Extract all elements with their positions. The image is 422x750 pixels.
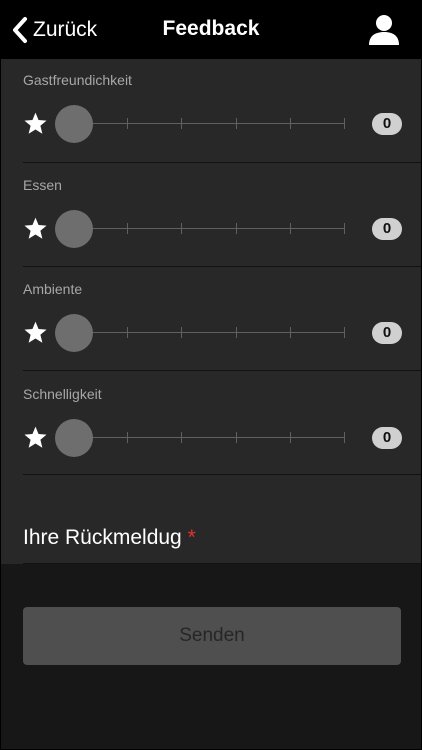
slider-track[interactable] (73, 432, 345, 443)
rating-label: Ambiente (23, 281, 83, 297)
rating-value-badge: 0 (372, 427, 402, 449)
slider-tick (344, 327, 345, 338)
slider-tick (236, 327, 237, 338)
slider-track[interactable] (73, 223, 345, 234)
feedback-field-label[interactable]: Ihre Rückmeldug * (23, 526, 196, 550)
slider-tick (127, 432, 128, 443)
slider-tick (236, 118, 237, 129)
star-icon (23, 216, 48, 241)
slider-tick (236, 223, 237, 234)
rating-value-badge: 0 (372, 218, 402, 240)
slider-tick (181, 223, 182, 234)
user-button[interactable] (367, 13, 401, 47)
slider-tick (127, 223, 128, 234)
back-label: Zurück (33, 18, 98, 41)
divider (23, 563, 421, 564)
user-icon (367, 15, 401, 51)
rating-row-gastfreundichkeit: Gastfreundichkeit 0 (1, 59, 421, 163)
slider-tick (181, 118, 182, 129)
slider-tick (344, 223, 345, 234)
slider-thumb[interactable] (55, 419, 93, 457)
slider-tick (181, 327, 182, 338)
divider (23, 370, 421, 371)
slider-tick (127, 327, 128, 338)
divider (23, 266, 421, 267)
slider-thumb[interactable] (55, 314, 93, 352)
feedback-label-text: Ihre Rückmeldug (23, 526, 182, 549)
star-icon (23, 320, 48, 345)
slider-track[interactable] (73, 118, 345, 129)
rating-label: Gastfreundichkeit (23, 72, 132, 88)
slider-track[interactable] (73, 327, 345, 338)
divider (23, 474, 421, 475)
slider-tick (290, 223, 291, 234)
slider-tick (127, 118, 128, 129)
app-frame: Zurück Feedback Gastfreundichkeit 0 Esse… (0, 0, 422, 750)
slider-tick (236, 432, 237, 443)
required-marker: * (187, 526, 196, 549)
rating-label: Essen (23, 177, 62, 193)
slider-thumb[interactable] (55, 210, 93, 248)
slider-tick (290, 327, 291, 338)
slider-tick (344, 432, 345, 443)
back-button[interactable]: Zurück (11, 15, 97, 45)
star-icon (23, 425, 48, 450)
rating-row-essen: Essen 0 (1, 164, 421, 268)
star-icon (23, 111, 48, 136)
app-header: Zurück Feedback (1, 1, 421, 59)
send-button[interactable]: Senden (23, 607, 401, 665)
divider (23, 162, 421, 163)
slider-tick (344, 118, 345, 129)
slider-tick (290, 118, 291, 129)
slider-tick (290, 432, 291, 443)
rating-value-badge: 0 (372, 113, 402, 135)
chevron-left-icon (11, 15, 29, 45)
rating-row-ambiente: Ambiente 0 (1, 268, 421, 372)
slider-tick (181, 432, 182, 443)
feedback-form: Gastfreundichkeit 0 Essen 0 Ambiente 0 S… (1, 59, 421, 564)
slider-thumb[interactable] (55, 105, 93, 143)
rating-row-schnelligkeit: Schnelligkeit 0 (1, 373, 421, 477)
rating-value-badge: 0 (372, 322, 402, 344)
rating-label: Schnelligkeit (23, 386, 102, 402)
